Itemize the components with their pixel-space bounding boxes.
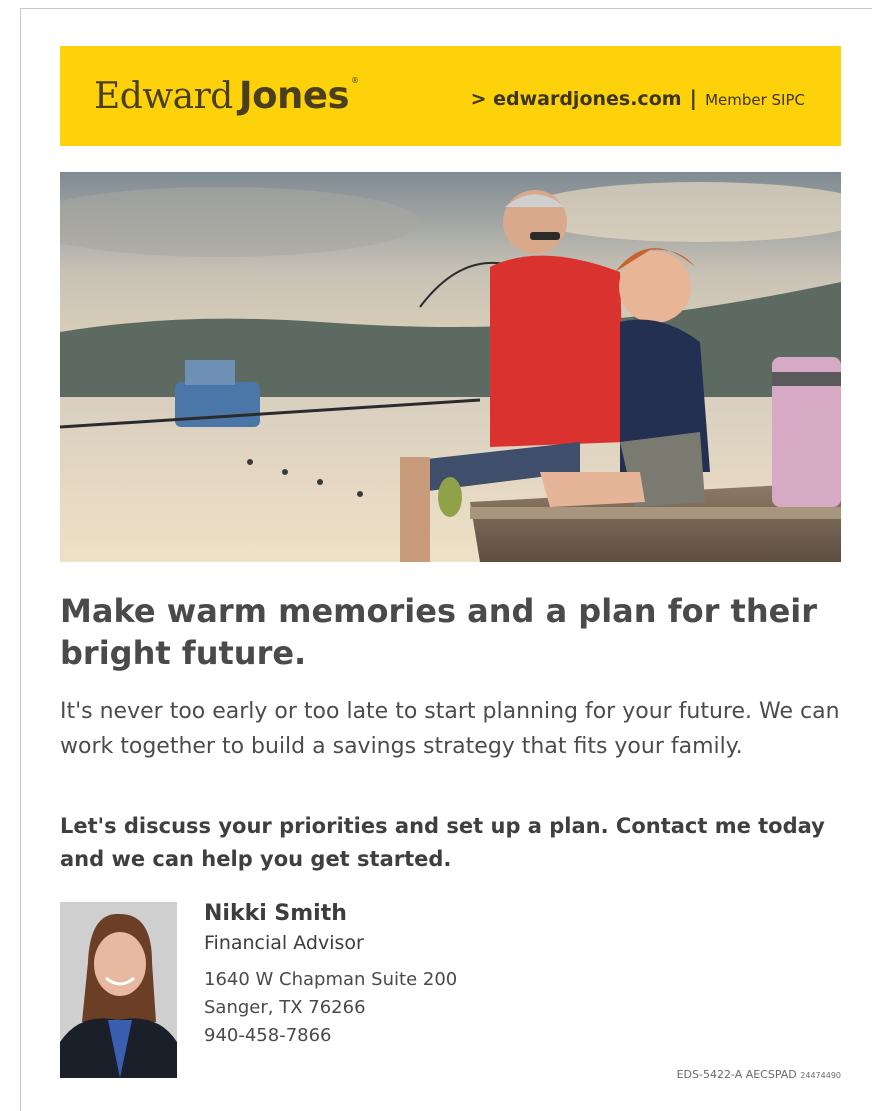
footer-code: EDS-5422-A AECSPAD 24474490 — [677, 1068, 841, 1081]
footer-code-main: EDS-5422-A AECSPAD — [676, 1068, 797, 1081]
advisor-address-line2: Sanger, TX 76266 — [204, 997, 366, 1018]
edward-jones-logo[interactable]: Edward Jones ® — [94, 74, 359, 124]
advisor-title: Financial Advisor — [204, 932, 364, 954]
advisor-name: Nikki Smith — [204, 901, 347, 926]
website-link[interactable]: > edwardjones.com — [471, 88, 682, 110]
hero-photo — [60, 172, 841, 562]
fishing-scene-image — [60, 172, 841, 562]
header-banner: Edward Jones ® > edwardjones.com | Member… — [60, 46, 841, 146]
call-to-action: Let's discuss your priorities and set up… — [60, 814, 825, 871]
banner-links: > edwardjones.com | Member SIPC — [471, 86, 805, 110]
headline: Make warm memories and a plan for their … — [60, 592, 818, 672]
member-sipc-text: Member SIPC — [705, 91, 805, 109]
logo-first-word: Edward — [94, 76, 233, 117]
body-text: It's never too early or too late to star… — [60, 699, 840, 759]
advisor-portrait-image — [60, 902, 177, 1078]
advisor-contact-card: Nikki Smith Financial Advisor 1640 W Cha… — [204, 898, 457, 1050]
banner-separator: | — [689, 86, 697, 110]
advisor-portrait — [60, 902, 177, 1078]
advisor-phone[interactable]: 940-458-7866 — [204, 1022, 457, 1050]
logo-last-word: Jones — [238, 74, 350, 117]
registered-mark: ® — [351, 76, 360, 85]
footer-code-small: 24474490 — [800, 1071, 841, 1080]
advisor-address-line1: 1640 W Chapman Suite 200 — [204, 969, 458, 990]
